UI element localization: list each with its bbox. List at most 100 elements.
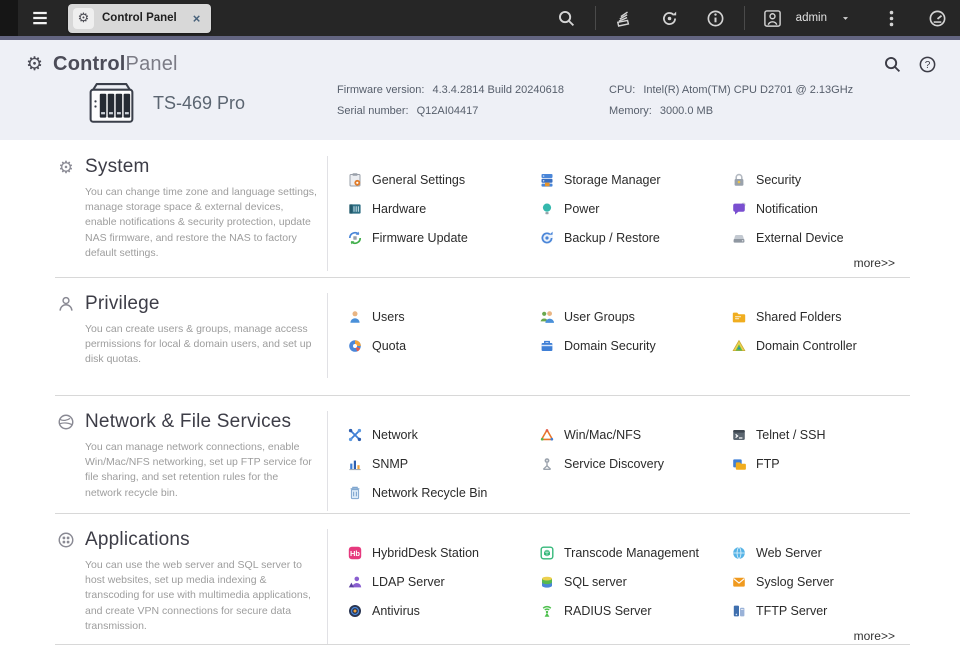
item-syslog-server[interactable]: Syslog Server	[731, 574, 910, 590]
item-ldap-server[interactable]: LDAP Server	[347, 574, 539, 590]
applications-section-icon	[57, 531, 75, 549]
service-discovery-icon	[539, 456, 555, 472]
shared-folders-icon	[731, 309, 747, 325]
item-telnet-ssh[interactable]: Telnet / SSH	[731, 427, 910, 443]
item-snmp[interactable]: SNMP	[347, 456, 539, 472]
item-hardware[interactable]: Hardware	[347, 201, 539, 217]
section-system: ⚙ System You can change time zone and la…	[0, 140, 960, 277]
item-security[interactable]: Security	[731, 172, 910, 188]
topbar-divider	[594, 6, 596, 30]
applications-more-link[interactable]: more>>	[347, 629, 910, 643]
item-network[interactable]: Network	[347, 427, 539, 443]
privilege-section-icon	[57, 295, 75, 313]
item-ftp[interactable]: FTP	[731, 456, 910, 472]
item-firmware-update[interactable]: Firmware Update	[347, 230, 539, 246]
item-network-recycle-bin[interactable]: Network Recycle Bin	[347, 485, 539, 501]
user-menu[interactable]: admin	[796, 7, 856, 29]
general-settings-icon	[347, 172, 363, 188]
section-description: You can create users & groups, manage ac…	[85, 323, 312, 366]
tab-label: Control Panel	[102, 12, 177, 24]
gear-icon: ⚙	[26, 54, 44, 75]
dashboard-gauge-icon[interactable]	[926, 7, 948, 29]
ldap-server-icon	[347, 574, 363, 590]
notifications-icon[interactable]	[705, 7, 727, 29]
ftp-icon	[731, 456, 747, 472]
item-domain-controller[interactable]: Domain Controller	[731, 338, 910, 354]
section-description: You can manage network connections, enab…	[85, 441, 312, 499]
item-power[interactable]: Power	[539, 201, 731, 217]
domain-controller-icon	[731, 338, 747, 354]
item-transcode-management[interactable]: Transcode Management	[539, 545, 731, 561]
web-server-icon	[731, 545, 747, 561]
topbar-divider	[743, 6, 745, 30]
item-antivirus[interactable]: Antivirus	[347, 603, 539, 619]
section-title: System	[85, 156, 150, 177]
external-device-icon	[731, 230, 747, 246]
background-tasks-icon[interactable]	[613, 7, 635, 29]
item-shared-folders[interactable]: Shared Folders	[731, 309, 910, 325]
user-groups-icon	[539, 309, 555, 325]
section-description: You can change time zone and language se…	[85, 186, 317, 259]
transcode-management-icon	[539, 545, 555, 561]
user-name: admin	[795, 12, 827, 24]
network-icon	[347, 427, 363, 443]
hybriddesk-station-icon: Hb	[347, 545, 363, 561]
memory-row: Memory: 3000.0 MB	[609, 104, 714, 117]
item-user-groups[interactable]: User Groups	[539, 309, 731, 325]
antivirus-icon	[347, 603, 363, 619]
device-info: Firmware version: 4.3.4.2814 Build 20240…	[337, 84, 853, 117]
item-sql-server[interactable]: SQL server	[539, 574, 731, 590]
nas-device-icon	[84, 80, 139, 126]
item-win-mac-nfs[interactable]: Win/Mac/NFS	[539, 427, 731, 443]
caret-down-icon	[834, 7, 856, 29]
security-icon	[731, 172, 747, 188]
close-icon[interactable]: ×	[193, 12, 201, 25]
item-notification[interactable]: Notification	[731, 201, 910, 217]
network-section-icon	[57, 413, 75, 431]
snmp-icon	[347, 456, 363, 472]
section-divider	[55, 644, 910, 645]
hardware-icon	[347, 201, 363, 217]
item-radius-server[interactable]: RADIUS Server	[539, 603, 731, 619]
item-users[interactable]: Users	[347, 309, 539, 325]
item-web-server[interactable]: Web Server	[731, 545, 910, 561]
svg-text:Hb: Hb	[350, 548, 360, 557]
item-quota[interactable]: Quota	[347, 338, 539, 354]
win-mac-nfs-icon	[539, 427, 555, 443]
item-domain-security[interactable]: Domain Security	[539, 338, 731, 354]
help-icon[interactable]: ?	[918, 55, 938, 75]
domain-security-icon	[539, 338, 555, 354]
item-tftp-server[interactable]: TFTP Server	[731, 603, 910, 619]
section-privilege: Privilege You can create users & groups,…	[0, 278, 960, 395]
system-more-link[interactable]: more>>	[347, 256, 910, 270]
cpu-row: CPU: Intel(R) Atom(TM) CPU D2701 @ 2.13G…	[609, 83, 854, 96]
system-section-icon: ⚙	[58, 157, 74, 177]
item-external-device[interactable]: External Device	[731, 230, 910, 246]
item-backup-restore[interactable]: Backup / Restore	[539, 230, 731, 246]
tftp-server-icon	[731, 603, 747, 619]
network-recycle-bin-icon	[347, 485, 363, 501]
user-avatar-icon[interactable]	[762, 7, 784, 29]
hamburger-menu-icon[interactable]	[25, 5, 55, 31]
section-network-file-services: Network & File Services You can manage n…	[0, 396, 960, 513]
item-storage-manager[interactable]: Storage Manager	[539, 172, 731, 188]
section-title: Network & File Services	[85, 411, 292, 432]
firmware-update-icon	[347, 230, 363, 246]
item-service-discovery[interactable]: Service Discovery	[539, 456, 731, 472]
telnet-ssh-icon	[731, 427, 747, 443]
device-model: TS-469 Pro	[153, 92, 246, 113]
search-icon[interactable]	[883, 55, 903, 75]
tab-control-panel[interactable]: ⚙ Control Panel ×	[68, 3, 212, 33]
notification-icon	[731, 201, 747, 217]
item-general-settings[interactable]: General Settings	[347, 172, 539, 188]
kebab-menu-icon[interactable]	[880, 7, 902, 29]
search-icon[interactable]	[556, 7, 578, 29]
sync-icon[interactable]	[659, 7, 681, 29]
power-icon	[539, 201, 555, 217]
firmware-version-row: Firmware version: 4.3.4.2814 Build 20240…	[337, 83, 564, 96]
sql-server-icon	[539, 574, 555, 590]
radius-server-icon	[539, 603, 555, 619]
quota-icon	[347, 338, 363, 354]
item-hybriddesk-station[interactable]: Hb HybridDesk Station	[347, 545, 539, 561]
svg-text:?: ?	[925, 60, 931, 71]
